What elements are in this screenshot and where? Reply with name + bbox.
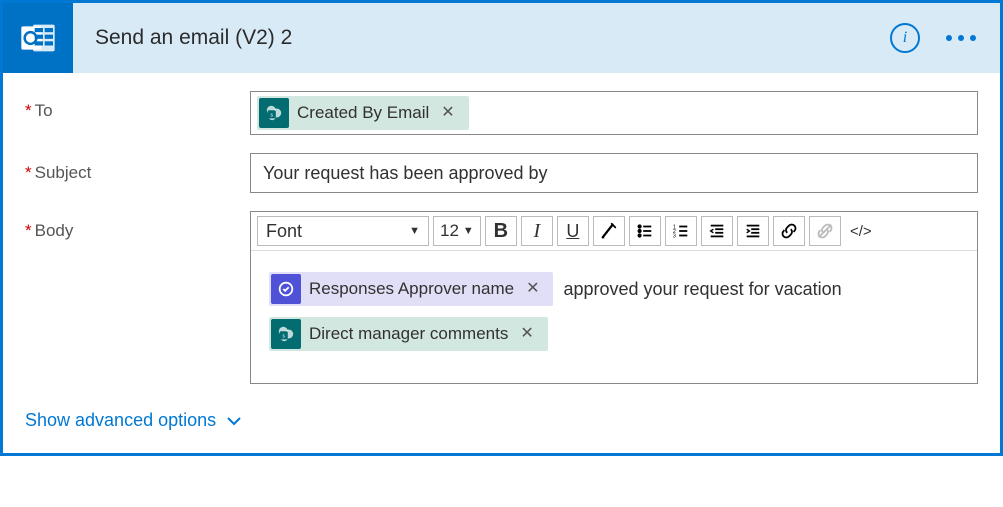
token-approver-name[interactable]: Responses Approver name ✕ <box>269 272 553 306</box>
underline-button[interactable]: U <box>557 216 589 246</box>
token-label: Created By Email <box>297 103 429 123</box>
body-editor: Font ▼ 12 ▼ B I U <box>250 211 978 384</box>
token-remove-icon[interactable]: ✕ <box>522 281 543 297</box>
outdent-button[interactable] <box>701 216 733 246</box>
svg-text:3: 3 <box>673 233 676 239</box>
indent-button[interactable] <box>737 216 769 246</box>
numbered-list-button[interactable]: 123 <box>665 216 697 246</box>
token-created-by-email[interactable]: s Created By Email ✕ <box>257 96 469 130</box>
subject-input[interactable]: Your request has been approved by <box>250 153 978 193</box>
info-button[interactable]: i <box>890 23 920 53</box>
bold-button[interactable]: B <box>485 216 517 246</box>
token-label: Direct manager comments <box>309 316 508 352</box>
caret-down-icon: ▼ <box>463 225 474 237</box>
body-text: approved your request for vacation <box>563 271 841 307</box>
sharepoint-icon: s <box>271 319 301 349</box>
card-body: *To s Created By Email ✕ *Subject Your r… <box>3 73 1000 453</box>
caret-down-icon: ▼ <box>409 225 420 237</box>
to-label: *To <box>25 91 250 121</box>
bullet-list-button[interactable] <box>629 216 661 246</box>
body-content[interactable]: Responses Approver name ✕ approved your … <box>251 251 977 383</box>
approvals-icon <box>271 274 301 304</box>
token-manager-comments[interactable]: s Direct manager comments ✕ <box>269 317 548 351</box>
code-view-button[interactable]: </> <box>845 216 877 246</box>
rich-text-toolbar: Font ▼ 12 ▼ B I U <box>251 212 977 251</box>
field-row-to: *To s Created By Email ✕ <box>25 91 978 135</box>
body-label: *Body <box>25 211 250 241</box>
chevron-down-icon <box>226 413 242 429</box>
token-remove-icon[interactable]: ✕ <box>516 326 537 342</box>
field-row-body: *Body Font ▼ 12 ▼ B I U <box>25 211 978 384</box>
card-title[interactable]: Send an email (V2) 2 <box>73 26 890 50</box>
show-advanced-options-link[interactable]: Show advanced options <box>25 410 242 431</box>
font-color-button[interactable] <box>593 216 625 246</box>
card-header: Send an email (V2) 2 i <box>3 3 1000 73</box>
sharepoint-icon: s <box>259 98 289 128</box>
to-input[interactable]: s Created By Email ✕ <box>250 91 978 135</box>
action-card: Send an email (V2) 2 i *To s Created By … <box>0 0 1003 456</box>
token-label: Responses Approver name <box>309 271 514 307</box>
italic-button[interactable]: I <box>521 216 553 246</box>
token-remove-icon[interactable]: ✕ <box>437 105 458 121</box>
more-actions-button[interactable] <box>940 29 982 47</box>
unlink-button[interactable] <box>809 216 841 246</box>
font-size-select[interactable]: 12 ▼ <box>433 216 481 246</box>
outlook-icon <box>3 3 73 73</box>
info-icon: i <box>903 29 907 47</box>
subject-label: *Subject <box>25 153 250 183</box>
field-row-subject: *Subject Your request has been approved … <box>25 153 978 193</box>
font-family-select[interactable]: Font ▼ <box>257 216 429 246</box>
subject-text: Your request has been approved by <box>263 163 548 184</box>
link-button[interactable] <box>773 216 805 246</box>
